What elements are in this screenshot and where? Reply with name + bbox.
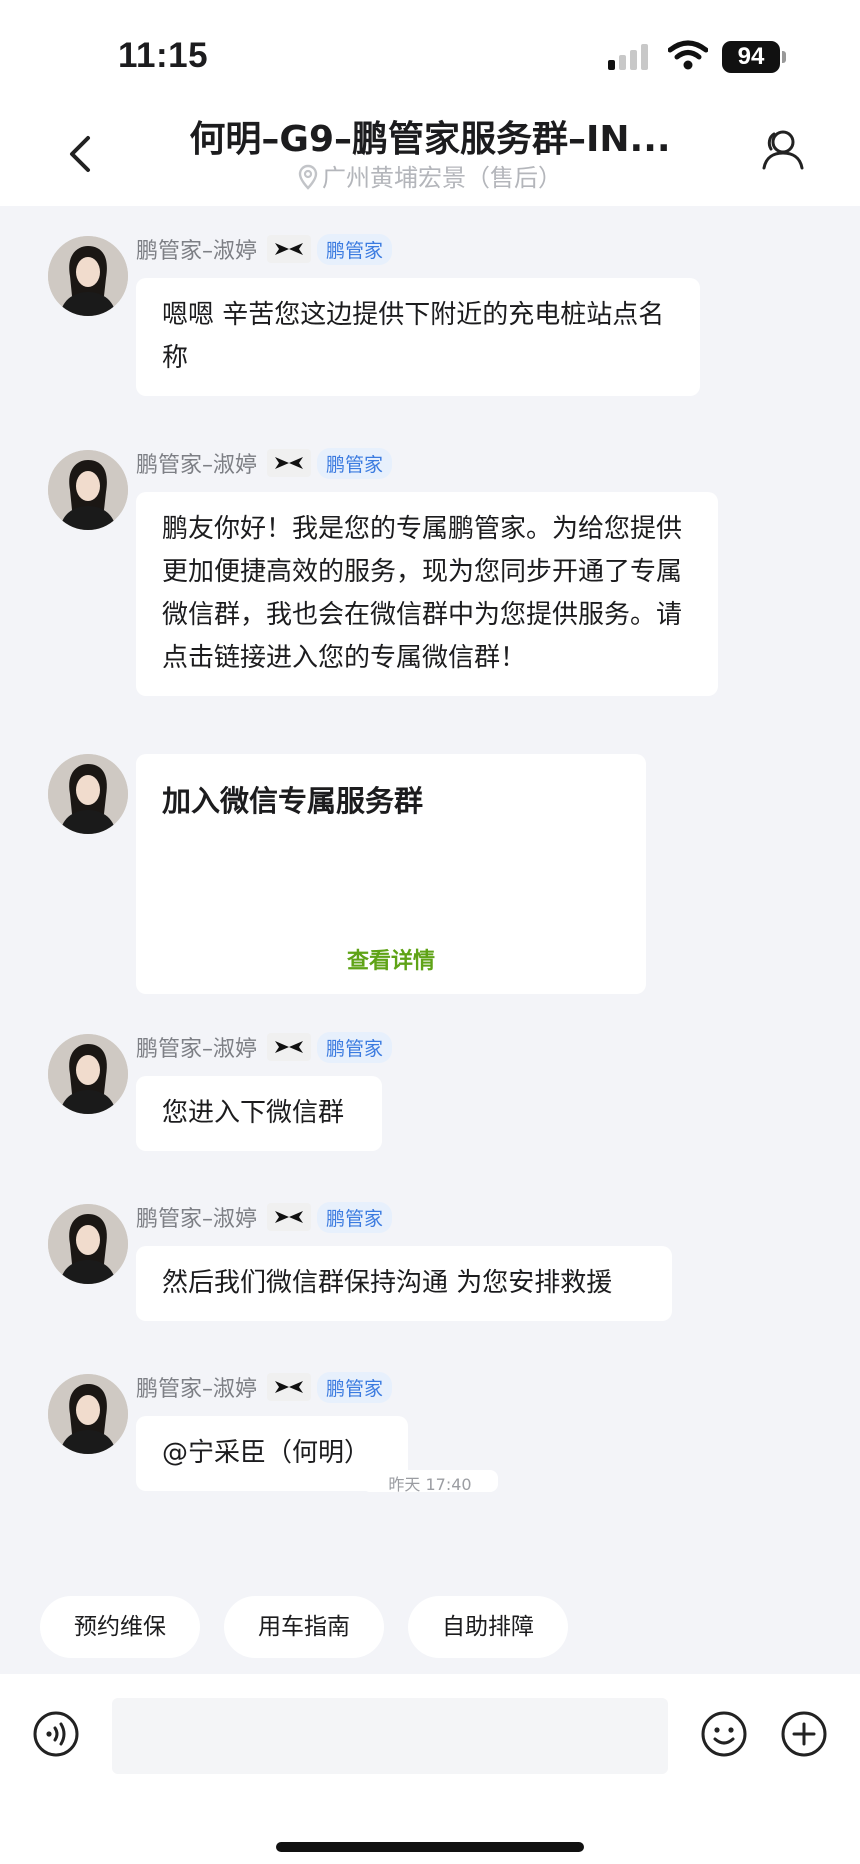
agent-avatar[interactable]	[48, 450, 128, 530]
message-text: 然后我们微信群保持沟通 为您安排救援	[162, 1268, 613, 1298]
xpeng-logo-icon	[267, 1033, 312, 1061]
agent-avatar[interactable]	[48, 236, 128, 316]
xpeng-logo-icon	[267, 449, 312, 477]
sender-info: 鹏管家–淑婷 鹏管家	[136, 1371, 393, 1403]
avatar-image	[48, 1204, 128, 1284]
agent-avatar[interactable]	[48, 1374, 128, 1454]
view-details-link[interactable]: 查看详情	[136, 940, 646, 983]
message-text: 嗯嗯 辛苦您这边提供下附近的充电桩站点名称	[162, 300, 665, 373]
chip-self-troubleshoot[interactable]: 自助排障	[408, 1596, 568, 1658]
sender-info: 鹏管家–淑婷 鹏管家	[136, 233, 393, 265]
avatar-image	[48, 236, 128, 316]
group-title: 何明–G9–鹏管家服务群–IN...	[189, 119, 671, 160]
voice-input-icon[interactable]	[32, 1710, 80, 1758]
home-indicator	[276, 1842, 584, 1852]
avatar-image	[48, 450, 128, 530]
message-bubble: 然后我们微信群保持沟通 为您安排救援	[136, 1246, 672, 1321]
role-badge: 鹏管家	[317, 1201, 393, 1233]
sender-name: 鹏管家–淑婷	[136, 453, 258, 478]
avatar-image	[48, 1374, 128, 1454]
wechat-group-card[interactable]: 加入微信专属服务群 查看详情	[136, 754, 646, 994]
status-time: 11:15	[118, 36, 209, 75]
group-members-icon[interactable]	[756, 124, 806, 180]
agent-avatar[interactable]	[48, 1204, 128, 1284]
message-input[interactable]	[112, 1698, 668, 1774]
sender-info: 鹏管家–淑婷 鹏管家	[136, 447, 393, 479]
sender-name: 鹏管家–淑婷	[136, 1207, 258, 1232]
emoji-icon[interactable]	[700, 1710, 748, 1758]
location-text: 广州黄埔宏景（售后）	[322, 164, 562, 192]
sender-name: 鹏管家–淑婷	[136, 239, 258, 264]
message-text: 鹏友你好！我是您的专属鹏管家。为给您提供更加便捷高效的服务，现为您同步开通了专属…	[162, 514, 683, 673]
xpeng-logo-icon	[267, 1203, 312, 1231]
chip-book-maintenance[interactable]: 预约维保	[40, 1596, 200, 1658]
role-badge: 鹏管家	[317, 233, 393, 265]
card-title: 加入微信专属服务群	[162, 784, 424, 818]
role-badge: 鹏管家	[317, 1031, 393, 1063]
message-bubble: 嗯嗯 辛苦您这边提供下附近的充电桩站点名称	[136, 278, 700, 396]
xpeng-logo-icon	[267, 235, 312, 263]
message-bubble: 您进入下微信群	[136, 1076, 382, 1151]
plus-icon[interactable]	[780, 1710, 828, 1758]
xpeng-logo-icon	[267, 1373, 312, 1401]
chat-header: 何明–G9–鹏管家服务群–IN... 广州黄埔宏景（售后）	[0, 100, 860, 206]
sender-name: 鹏管家–淑婷	[136, 1377, 258, 1402]
wifi-icon	[668, 40, 708, 70]
message-bubble: 鹏友你好！我是您的专属鹏管家。为给您提供更加便捷高效的服务，现为您同步开通了专属…	[136, 492, 718, 696]
location-subtitle: 广州黄埔宏景（售后）	[0, 158, 860, 193]
role-badge: 鹏管家	[317, 447, 393, 479]
sender-info: 鹏管家–淑婷 鹏管家	[136, 1201, 393, 1233]
avatar-image	[48, 754, 128, 834]
agent-avatar[interactable]	[48, 1034, 128, 1114]
sender-info: 鹏管家–淑婷 鹏管家	[136, 1031, 393, 1063]
agent-avatar[interactable]	[48, 754, 128, 834]
sender-name: 鹏管家–淑婷	[136, 1037, 258, 1062]
battery-tip	[782, 51, 786, 63]
role-badge: 鹏管家	[317, 1371, 393, 1403]
chip-vehicle-guide[interactable]: 用车指南	[224, 1596, 384, 1658]
battery-indicator: 94	[722, 41, 780, 73]
avatar-image	[48, 1034, 128, 1114]
status-bar: 11:15 94	[0, 0, 860, 100]
input-bar	[0, 1674, 860, 1864]
location-pin-icon	[298, 164, 318, 190]
message-text: @宁采臣（何明）	[162, 1438, 371, 1468]
timestamp-divider: 昨天 17:40	[362, 1470, 498, 1492]
message-text: 您进入下微信群	[162, 1098, 345, 1128]
cellular-signal-icon	[608, 44, 648, 70]
